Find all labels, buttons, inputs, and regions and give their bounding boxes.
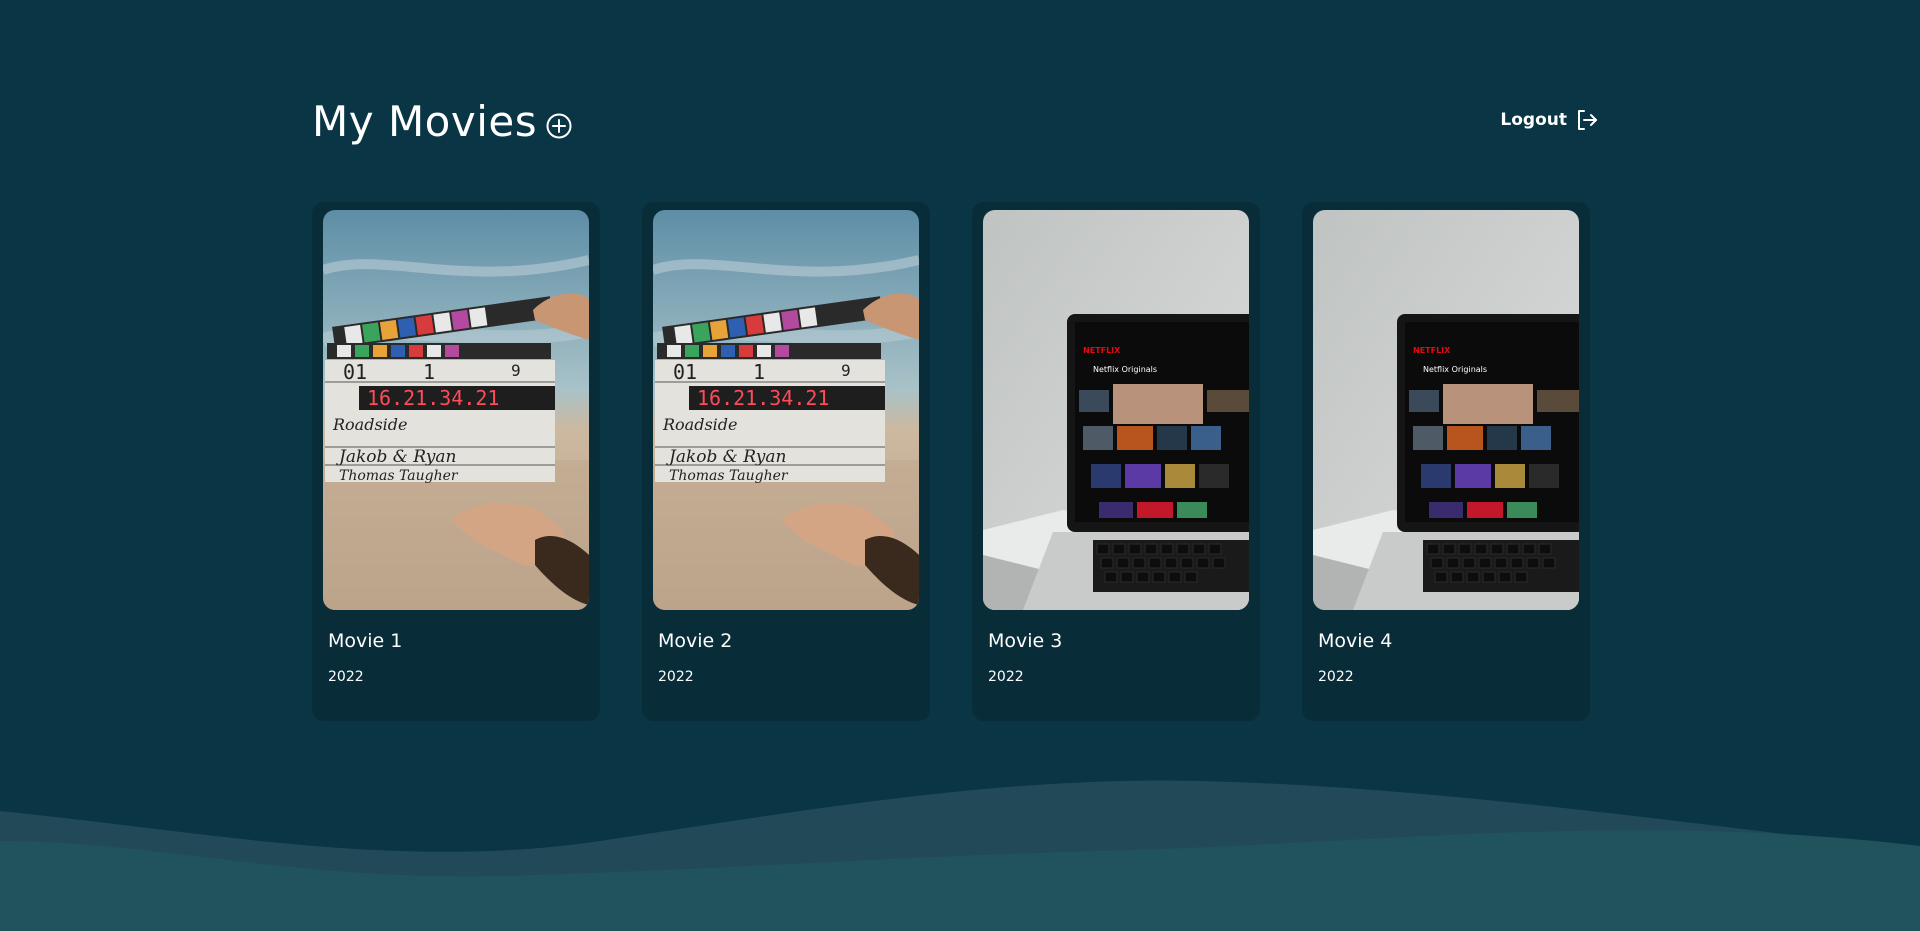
plus-circle-icon[interactable]	[545, 112, 573, 140]
movie-title: Movie 3	[988, 630, 1063, 652]
slate-take: 1	[423, 360, 435, 384]
movie-poster-image: 01 1 9 16.21.34.21 Roadside Jakob & Ryan…	[653, 210, 919, 610]
movie-poster-image: NETFLIX Netflix Originals	[983, 210, 1249, 610]
movie-year: 2022	[658, 669, 694, 685]
slate-line2: Jakob & Ryan	[666, 447, 787, 467]
header: My Movies Logout	[312, 92, 1602, 152]
footer-waves	[0, 780, 1920, 931]
movie-card[interactable]: 01 1 9 16.21.34.21 Roadside Jakob & Ryan…	[312, 202, 600, 721]
movie-card[interactable]: NETFLIX Netflix Originals	[1302, 202, 1590, 721]
movie-title: Movie 4	[1318, 630, 1393, 652]
movie-year: 2022	[988, 669, 1024, 685]
slate-roll: 9	[841, 361, 851, 380]
logout-arrow-icon	[1575, 108, 1599, 132]
slate-line1: Roadside	[332, 415, 408, 434]
screen-brand: NETFLIX	[1083, 346, 1121, 355]
movie-year: 2022	[1318, 669, 1354, 685]
clapperboard-image: 01 1 9 16.21.34.21 Roadside Jakob & Ryan…	[653, 210, 919, 610]
clapperboard-image: 01 1 9 16.21.34.21 Roadside Jakob & Ryan…	[323, 210, 589, 610]
movie-poster-image: 01 1 9 16.21.34.21 Roadside Jakob & Ryan…	[323, 210, 589, 610]
slate-scene: 01	[673, 360, 697, 384]
screen-brand: NETFLIX	[1413, 346, 1451, 355]
movie-card[interactable]: 01 1 9 16.21.34.21 Roadside Jakob & Ryan…	[642, 202, 930, 721]
laptop-image: NETFLIX Netflix Originals	[983, 210, 1249, 610]
slate-take: 1	[753, 360, 765, 384]
movie-grid: 01 1 9 16.21.34.21 Roadside Jakob & Ryan…	[312, 202, 1590, 721]
slate-line3: Thomas Taugher	[339, 468, 459, 484]
logout-button[interactable]: Logout	[1500, 108, 1599, 132]
slate-line3: Thomas Taugher	[669, 468, 789, 484]
movie-title: Movie 2	[658, 630, 733, 652]
movie-title: Movie 1	[328, 630, 403, 652]
slate-roll: 9	[511, 361, 521, 380]
screen-heading: Netflix Originals	[1093, 365, 1157, 374]
slate-line2: Jakob & Ryan	[336, 447, 457, 467]
slate-scene: 01	[343, 360, 367, 384]
slate-timecode: 16.21.34.21	[367, 386, 499, 410]
slate-timecode: 16.21.34.21	[697, 386, 829, 410]
movies-page: My Movies Logout 01 1 9 16.21.34.21 Road…	[0, 0, 1920, 931]
slate-line1: Roadside	[662, 415, 738, 434]
movie-year: 2022	[328, 669, 364, 685]
title-group: My Movies	[312, 92, 573, 152]
movie-poster-image: NETFLIX Netflix Originals	[1313, 210, 1579, 610]
logout-label: Logout	[1500, 110, 1567, 130]
movie-card[interactable]: NETFLIX Netflix Originals	[972, 202, 1260, 721]
screen-heading: Netflix Originals	[1423, 365, 1487, 374]
page-title: My Movies	[312, 97, 538, 146]
laptop-image: NETFLIX Netflix Originals	[1313, 210, 1579, 610]
